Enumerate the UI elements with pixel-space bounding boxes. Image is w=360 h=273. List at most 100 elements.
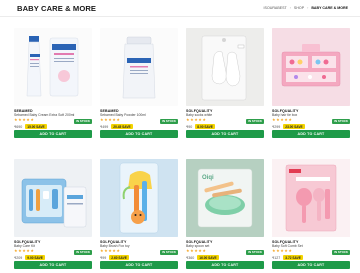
price-row: ₹127 3.72 SAVE	[272, 255, 303, 261]
product-price: ₹90	[186, 124, 193, 129]
product-name[interactable]: Baby hair tie box	[272, 113, 297, 117]
product-rating: ★ ★ ★ ★ ★	[272, 118, 292, 123]
product-card[interactable]: SOLFQUALITY Baby Brush Fox toy ★ ★ ★ ★ ★ IN …	[100, 159, 178, 273]
price-row: ₹90 8.00 SAVE	[186, 124, 215, 130]
star-icon: ★	[272, 118, 276, 122]
star-icon: ★	[30, 249, 34, 253]
product-image[interactable]	[14, 159, 92, 237]
star-icon: ★	[190, 118, 194, 122]
product-image[interactable]: Oiqi	[186, 159, 264, 237]
product-image[interactable]	[100, 159, 178, 237]
product-image[interactable]	[272, 28, 350, 106]
product-price: ₹99	[100, 255, 107, 260]
stock-badge: IN STOCK	[332, 249, 350, 255]
add-to-cart-button[interactable]: ADD TO CART	[186, 261, 264, 269]
breadcrumb-home-link[interactable]: ISOURABEST	[264, 6, 287, 10]
breadcrumb-shop-link[interactable]: SHOP	[294, 6, 304, 10]
add-to-cart-button[interactable]: ADD TO CART	[186, 130, 264, 138]
discount-badge: 16.00 SAVE	[197, 255, 219, 261]
star-icon: ★	[116, 118, 120, 122]
product-name[interactable]: Baby Soft Comb Set	[272, 244, 303, 248]
product-name[interactable]: Sebamed Baby Powder 100ml	[100, 113, 146, 117]
product-card[interactable]: Oiqi SOLFQUALITY Baby spoon set ★ ★ ★ ★ ★ IN…	[186, 159, 264, 273]
star-icon: ★	[190, 249, 194, 253]
star-icon: ★	[18, 249, 22, 253]
star-icon: ★	[30, 118, 34, 122]
product-price: ₹209	[14, 255, 23, 260]
product-card[interactable]: SOLFQUALITY Baby socks white ★ ★ ★ ★ ★ IN ST…	[186, 28, 264, 142]
product-price: ₹360	[186, 255, 195, 260]
discount-badge: 20.45 SAVE	[111, 124, 133, 130]
price-row: ₹499 20.45 SAVE	[100, 124, 133, 130]
stock-badge: IN STOCK	[332, 118, 350, 124]
product-rating: ★ ★ ★ ★ ★	[272, 249, 292, 254]
star-icon: ★	[202, 249, 206, 253]
breadcrumb-current: BABY CARE & MORE	[311, 6, 348, 10]
product-name[interactable]: Baby socks white	[186, 113, 212, 117]
stock-badge: IN STOCK	[160, 249, 178, 255]
breadcrumb-separator: ›	[307, 6, 309, 10]
star-icon: ★	[104, 249, 108, 253]
product-name[interactable]: Baby Care Kit	[14, 244, 35, 248]
star-icon: ★	[112, 249, 116, 253]
discount-badge: 3.72 SAVE	[283, 255, 303, 261]
discount-badge: 23.00 SAVE	[283, 124, 305, 130]
star-icon: ★	[100, 118, 104, 122]
stock-badge: IN STOCK	[246, 249, 264, 255]
product-grid: SEBAMED Sebamed Baby Cream Extra Soft 20…	[14, 28, 350, 273]
star-icon: ★	[14, 118, 18, 122]
product-card[interactable]: SEBAMED Sebamed Baby Powder 100ml ★ ★ ★ ★ ★ …	[100, 28, 178, 142]
price-row: ₹690 15.00 SAVE	[14, 124, 47, 130]
product-image[interactable]	[100, 28, 178, 106]
star-icon: ★	[108, 118, 112, 122]
product-image[interactable]	[272, 159, 350, 237]
page-header: BABY CARE & MORE ISOURABEST › SHOP › BAB…	[0, 0, 360, 17]
add-to-cart-button[interactable]: ADD TO CART	[272, 261, 350, 269]
discount-badge: 8.00 SAVE	[195, 124, 215, 130]
star-icon: ★	[202, 118, 206, 122]
star-icon: ★	[18, 118, 22, 122]
star-icon: ★	[276, 249, 280, 253]
breadcrumb-separator: ›	[289, 6, 291, 10]
star-icon: ★	[22, 118, 26, 122]
add-to-cart-button[interactable]: ADD TO CART	[100, 130, 178, 138]
star-icon: ★	[186, 118, 190, 122]
star-icon: ★	[272, 249, 276, 253]
add-to-cart-button[interactable]: ADD TO CART	[14, 130, 92, 138]
star-icon: ★	[280, 249, 284, 253]
add-to-cart-button[interactable]: ADD TO CART	[14, 261, 92, 269]
star-icon: ★	[194, 118, 198, 122]
stock-badge: IN STOCK	[74, 118, 92, 124]
discount-badge: 9.00 SAVE	[25, 255, 45, 261]
star-icon: ★	[194, 249, 198, 253]
product-card[interactable]: SEBAMED Sebamed Baby Cream Extra Soft 20…	[14, 28, 92, 142]
product-image[interactable]	[186, 28, 264, 106]
add-to-cart-button[interactable]: ADD TO CART	[100, 261, 178, 269]
product-rating: ★ ★ ★ ★ ★	[186, 118, 206, 123]
product-name[interactable]: Baby Brush Fox toy	[100, 244, 130, 248]
discount-badge: 15.00 SAVE	[25, 124, 47, 130]
page-title: BABY CARE & MORE	[17, 4, 97, 13]
product-rating: ★ ★ ★ ★ ★	[14, 118, 34, 123]
product-card[interactable]: SOLFQUALITY Baby Care Kit ★ ★ ★ ★ ★ IN STOCK…	[14, 159, 92, 273]
star-icon: ★	[22, 249, 26, 253]
star-icon: ★	[112, 118, 116, 122]
star-icon: ★	[284, 118, 288, 122]
star-icon: ★	[14, 249, 18, 253]
star-icon: ★	[288, 249, 292, 253]
product-rating: ★ ★ ★ ★ ★	[100, 249, 120, 254]
price-row: ₹99 2.60 SAVE	[100, 255, 129, 261]
star-icon: ★	[104, 118, 108, 122]
product-name[interactable]: Sebamed Baby Cream Extra Soft 200ml	[14, 113, 74, 117]
product-rating: ★ ★ ★ ★ ★	[100, 118, 120, 123]
svg-text:Oiqi: Oiqi	[202, 175, 214, 181]
discount-badge: 2.60 SAVE	[109, 255, 129, 261]
star-icon: ★	[186, 249, 190, 253]
star-icon: ★	[280, 118, 284, 122]
product-image[interactable]	[14, 28, 92, 106]
product-rating: ★ ★ ★ ★ ★	[14, 249, 34, 254]
product-card[interactable]: SOLFQUALITY Baby hair tie box ★ ★ ★ ★ ★ IN S…	[272, 28, 350, 142]
product-name[interactable]: Baby spoon set	[186, 244, 209, 248]
add-to-cart-button[interactable]: ADD TO CART	[272, 130, 350, 138]
product-card[interactable]: SOLFQUALITY Baby Soft Comb Set ★ ★ ★ ★ ★ IN …	[272, 159, 350, 273]
